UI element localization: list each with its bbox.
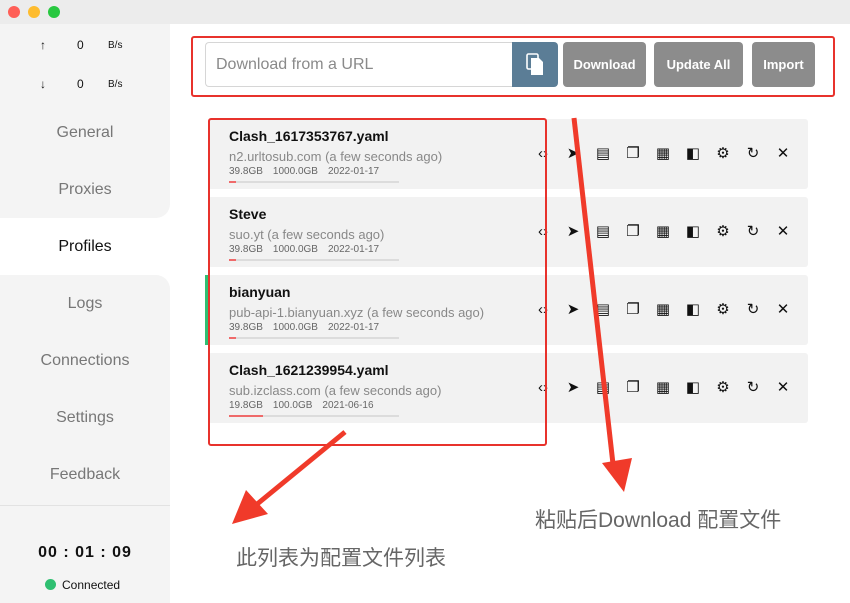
list-icon[interactable]: ▤ (593, 300, 613, 320)
close-icon[interactable]: ✕ (773, 378, 793, 398)
send-icon[interactable]: ➤ (563, 144, 583, 164)
upload-speed-unit: B/s (108, 40, 123, 51)
copy-icon[interactable]: ❐ (623, 222, 643, 242)
copy-icon[interactable]: ❐ (623, 144, 643, 164)
list-caption: 此列表为配置文件列表 (236, 547, 446, 570)
sidebar-item-feedback[interactable]: Feedback (0, 446, 170, 503)
sidebar-item-settings[interactable]: Settings (0, 389, 170, 446)
refresh-icon[interactable]: ↻ (743, 222, 763, 242)
close-icon[interactable]: ✕ (773, 144, 793, 164)
title-bar (0, 0, 850, 24)
compare-icon[interactable]: ◧ (683, 222, 703, 242)
gear-icon[interactable]: ⚙ (713, 300, 733, 320)
upload-arrow-icon: ↑ (40, 38, 46, 52)
sidebar-item-logs[interactable]: Logs (0, 275, 170, 332)
send-icon[interactable]: ➤ (563, 300, 583, 320)
upload-speed: ↑ 0 B/s (0, 38, 170, 58)
connection-status-label: Connected (62, 578, 121, 592)
qrcode-icon[interactable]: ▦ (653, 378, 673, 398)
close-icon[interactable]: ✕ (773, 300, 793, 320)
annotation-list-box (208, 118, 547, 446)
refresh-icon[interactable]: ↻ (743, 300, 763, 320)
sidebar-item-proxies[interactable]: Proxies (0, 161, 170, 218)
zoom-window-button[interactable] (48, 6, 60, 18)
status-dot-icon (45, 579, 56, 590)
qrcode-icon[interactable]: ▦ (653, 144, 673, 164)
sidebar-nav: General Proxies Profiles Logs Connection… (0, 104, 170, 503)
uptime-clock: 00 : 01 : 09 (38, 544, 132, 561)
compare-icon[interactable]: ◧ (683, 300, 703, 320)
gear-icon[interactable]: ⚙ (713, 222, 733, 242)
close-icon[interactable]: ✕ (773, 222, 793, 242)
paste-button[interactable] (512, 42, 558, 87)
compare-icon[interactable]: ◧ (683, 378, 703, 398)
qrcode-icon[interactable]: ▦ (653, 222, 673, 242)
download-speed-value: 0 (77, 77, 84, 91)
send-icon[interactable]: ➤ (563, 378, 583, 398)
list-icon[interactable]: ▤ (593, 222, 613, 242)
download-button[interactable]: Download (563, 42, 646, 87)
refresh-icon[interactable]: ↻ (743, 144, 763, 164)
sidebar: ↑ 0 B/s ↓ 0 B/s General Proxies Profiles… (0, 24, 170, 603)
list-icon[interactable]: ▤ (593, 378, 613, 398)
connection-status: Connected (45, 578, 120, 592)
import-button[interactable]: Import (752, 42, 815, 87)
url-input[interactable] (205, 42, 513, 87)
download-speed: ↓ 0 B/s (0, 77, 170, 97)
qrcode-icon[interactable]: ▦ (653, 300, 673, 320)
compare-icon[interactable]: ◧ (683, 144, 703, 164)
download-speed-unit: B/s (108, 79, 123, 90)
paste-icon (526, 53, 543, 75)
copy-icon[interactable]: ❐ (623, 300, 643, 320)
close-window-button[interactable] (8, 6, 20, 18)
gear-icon[interactable]: ⚙ (713, 378, 733, 398)
sidebar-item-connections[interactable]: Connections (0, 332, 170, 389)
download-arrow-icon: ↓ (40, 77, 46, 91)
sidebar-item-profiles[interactable]: Profiles (0, 218, 170, 275)
send-icon[interactable]: ➤ (563, 222, 583, 242)
sidebar-item-general[interactable]: General (0, 104, 170, 161)
list-icon[interactable]: ▤ (593, 144, 613, 164)
sidebar-footer: 00 : 01 : 09 Connected (0, 505, 170, 603)
gear-icon[interactable]: ⚙ (713, 144, 733, 164)
minimize-window-button[interactable] (28, 6, 40, 18)
refresh-icon[interactable]: ↻ (743, 378, 763, 398)
update-all-button[interactable]: Update All (654, 42, 743, 87)
copy-icon[interactable]: ❐ (623, 378, 643, 398)
upload-speed-value: 0 (77, 38, 84, 52)
download-caption: 粘贴后Download 配置文件 (535, 509, 782, 532)
